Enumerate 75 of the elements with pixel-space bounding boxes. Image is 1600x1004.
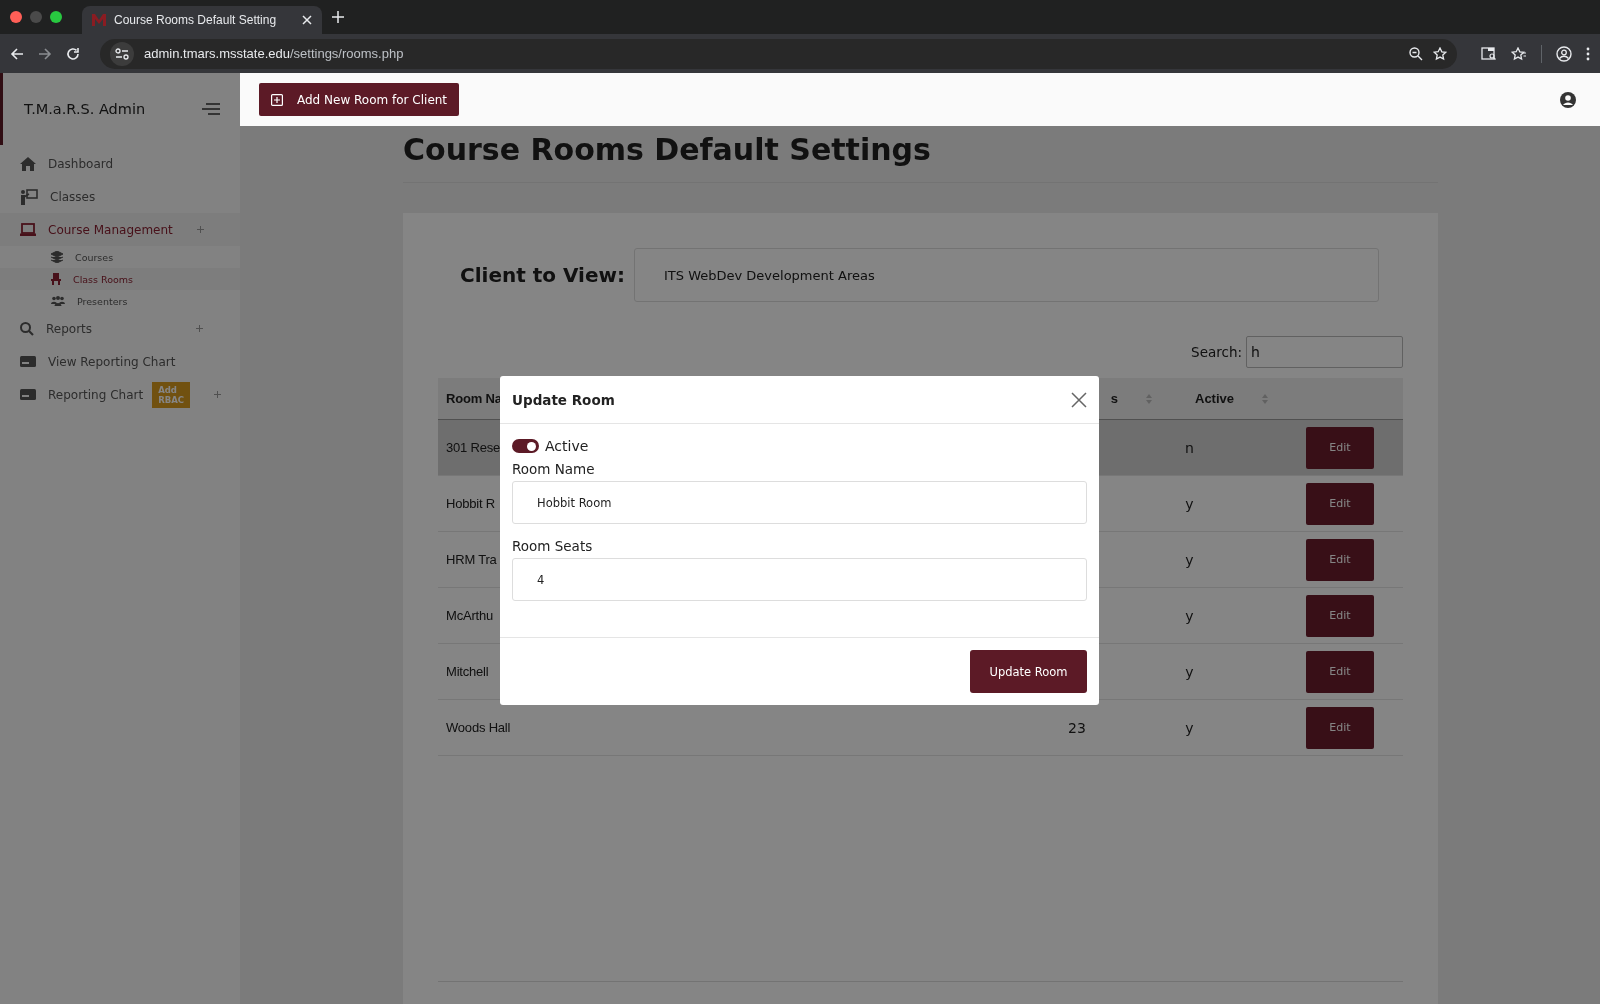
edit-button[interactable]: Edit (1306, 650, 1374, 693)
column-header[interactable]: s (1110, 391, 1118, 406)
sidebar-subitem[interactable]: Presenters (0, 290, 240, 312)
table-cell: Mitchell (446, 664, 489, 679)
edit-button[interactable]: Edit (1306, 426, 1374, 469)
star-list-icon[interactable] (1511, 46, 1527, 61)
table-cell: 301 Rese (446, 440, 501, 455)
sidebar-item[interactable]: Reporting Chart Add RBAC (0, 378, 240, 411)
sidebar-subitem[interactable]: Courses (0, 246, 240, 268)
reload-icon[interactable] (66, 46, 80, 61)
layers-icon (51, 251, 63, 263)
field-label: Room Seats (512, 538, 594, 554)
table-cell-text: y (1184, 718, 1195, 738)
site-settings-icon (115, 46, 129, 61)
users-icon (51, 296, 65, 306)
table-cell-text: n (1184, 438, 1195, 458)
column-header[interactable]: Active (1195, 391, 1235, 406)
sidebar-item[interactable]: Classes (0, 180, 240, 213)
toggle-label: Active (545, 438, 589, 454)
forward-icon[interactable] (38, 46, 52, 61)
client-label: Client to View: (460, 263, 626, 287)
favicon-icon (92, 14, 106, 26)
monitor-card-icon (20, 356, 36, 367)
menu-icon[interactable] (202, 103, 220, 115)
input-field[interactable]: 4 (512, 558, 1087, 601)
edit-button[interactable]: Edit (1306, 538, 1374, 581)
client-select[interactable]: ITS WebDev Development Areas (634, 248, 1379, 302)
table-cell-text: y (1184, 550, 1195, 570)
plus-square-icon (271, 93, 283, 106)
modal-title: Update Room (512, 391, 615, 408)
table-cell: McArthu (446, 608, 493, 623)
profile-icon[interactable] (1556, 45, 1572, 62)
table-cell: Woods Hall (446, 720, 511, 735)
table-cell: Hobbit R (446, 496, 495, 511)
presenter-icon (20, 188, 38, 205)
table-cell-text: y (1184, 494, 1195, 514)
table-cell-text: 23 (1067, 718, 1087, 738)
edit-button[interactable]: Edit (1306, 482, 1374, 525)
sidebar-item[interactable]: Reports (0, 312, 240, 345)
chair-icon (51, 273, 61, 285)
rbac-badge: Add RBAC (152, 381, 190, 408)
active-toggle[interactable] (512, 439, 539, 453)
window-zoom-button[interactable] (50, 11, 62, 23)
input-field[interactable]: Hobbit Room (512, 481, 1087, 524)
table-cell-text: y (1184, 662, 1195, 682)
page-title: Course Rooms Default Settings (403, 131, 932, 169)
search-label: Search: (1191, 344, 1242, 360)
sidebar-item[interactable]: View Reporting Chart (0, 345, 240, 378)
table-cell: HRM Tra (446, 552, 497, 567)
add-room-button[interactable]: Add New Room for Client (259, 83, 460, 116)
table-cell-text: y (1184, 606, 1195, 626)
sidebar-item[interactable]: Course Management (0, 213, 240, 246)
tab-search-icon[interactable] (1481, 46, 1497, 61)
browser-tab[interactable]: Course Rooms Default Setting (82, 6, 322, 34)
home-icon (20, 156, 36, 171)
field-label: Room Name (512, 461, 596, 477)
more-menu-icon[interactable] (1586, 46, 1590, 61)
update-room-button[interactable]: Update Room (970, 650, 1087, 693)
sidebar-subitem[interactable]: Class Rooms (0, 268, 240, 290)
close-icon[interactable] (1071, 391, 1087, 408)
sidebar-item[interactable]: Dashboard (0, 147, 240, 180)
bookmark-star-icon[interactable] (1433, 46, 1447, 61)
back-icon[interactable] (10, 46, 24, 61)
window-close-button[interactable] (10, 11, 22, 23)
edit-button[interactable]: Edit (1306, 594, 1374, 637)
user-avatar-icon[interactable] (1560, 91, 1576, 108)
edit-button[interactable]: Edit (1306, 706, 1374, 749)
laptop-icon (20, 223, 36, 236)
address-bar[interactable]: admin.tmars.msstate.edu/settings/rooms.php (100, 38, 1457, 69)
monitor-card-icon (20, 389, 36, 400)
brand-name: T.M.a.R.S. Admin (24, 101, 146, 117)
search-field[interactable]: h (1246, 336, 1403, 368)
magnifier-icon (20, 321, 34, 336)
zoom-out-icon[interactable] (1409, 46, 1423, 61)
new-tab-icon[interactable] (332, 11, 344, 23)
